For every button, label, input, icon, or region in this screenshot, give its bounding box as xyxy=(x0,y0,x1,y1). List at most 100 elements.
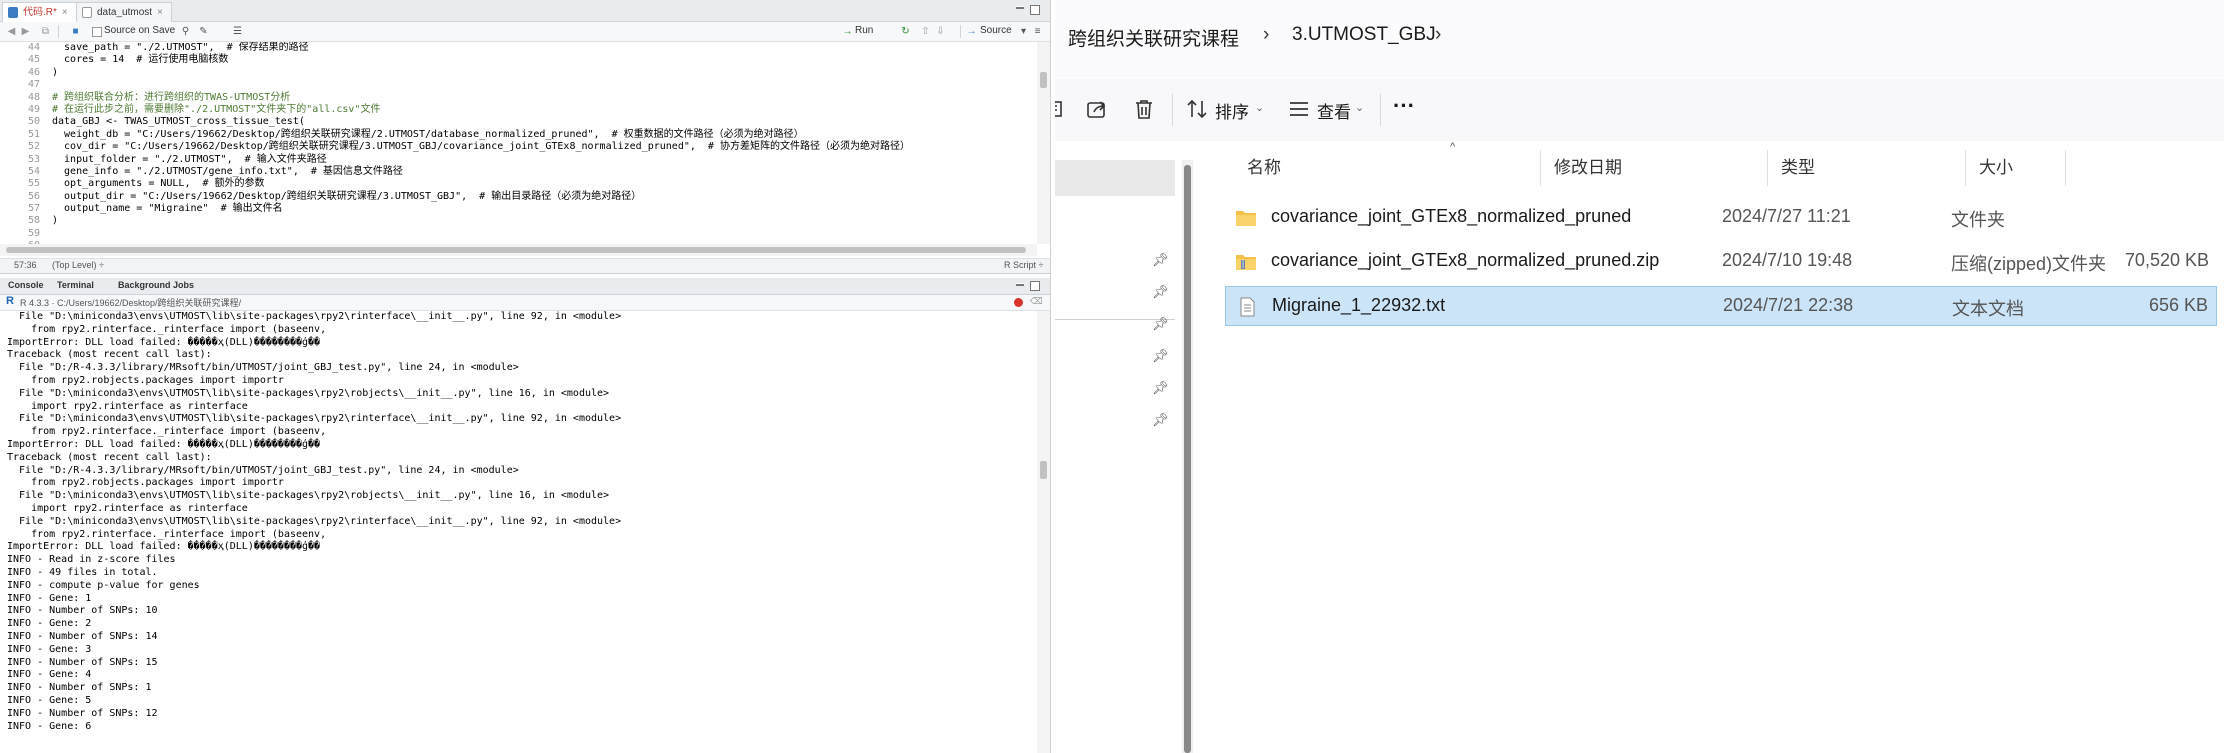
line-number: 55 xyxy=(27,178,40,190)
sort-button[interactable]: 排序 xyxy=(1215,98,1249,123)
filetype-selector[interactable]: R Script ÷ xyxy=(1004,260,1043,270)
code-line[interactable]: # 在运行此步之前，需要删除"./2.UTMOST"文件夹下的"all.csv"… xyxy=(52,104,1037,116)
tab-data-utmost[interactable]: data_utmost × xyxy=(76,2,172,22)
sort-icon[interactable] xyxy=(1185,97,1209,121)
console-line: INFO - Number of SNPs: 15 xyxy=(7,656,158,668)
go-down-icon[interactable]: ⇩ xyxy=(935,26,946,37)
code-line[interactable]: output_name = "Migraine" # 输出文件名 xyxy=(52,203,1037,215)
forward-icon[interactable]: ▶ xyxy=(20,26,31,37)
source-icon[interactable]: → xyxy=(966,26,977,37)
nav-scrollbar[interactable] xyxy=(1182,160,1193,753)
file-row[interactable]: covariance_joint_GTEx8_normalized_pruned… xyxy=(1225,242,2217,282)
close-icon[interactable]: × xyxy=(62,7,68,18)
column-header-name[interactable]: 名称 xyxy=(1247,150,1281,186)
clear-console-icon[interactable]: ⌫ xyxy=(1030,296,1043,307)
file-explorer-window: 跨组织关联研究课程 › 3.UTMOST_GBJ › 排序 ⌄ 查看 ⌄ ···… xyxy=(1055,0,2224,753)
column-header-size[interactable]: 大小 xyxy=(1979,150,2013,186)
source-on-save-label: Source on Save xyxy=(104,25,176,36)
view-icon[interactable] xyxy=(1287,97,1311,121)
code-line[interactable]: ) xyxy=(52,215,1037,227)
code-line[interactable]: save_path = "./2.UTMOST", # 保存结果的路径 xyxy=(52,42,1037,54)
console-line: INFO - Gene: 6 xyxy=(7,720,92,732)
go-up-icon[interactable]: ⇧ xyxy=(920,26,931,37)
compile-report-icon[interactable]: ☰ xyxy=(232,26,243,37)
scroll-thumb[interactable] xyxy=(1184,165,1191,753)
minimize-icon[interactable] xyxy=(1016,283,1024,286)
console-line: INFO - 49 files in total. xyxy=(7,566,158,578)
console-line: INFO - Gene: 2 xyxy=(7,618,92,630)
source-on-save-checkbox[interactable] xyxy=(92,27,102,37)
code-line[interactable]: gene_info = "./2.UTMOST/gene_info.txt", … xyxy=(52,166,1037,178)
code-line[interactable]: opt_arguments = NULL, # 额外的参数 xyxy=(52,178,1037,190)
delete-icon[interactable] xyxy=(1132,97,1156,121)
file-size: 70,520 KB xyxy=(2124,250,2209,270)
breadcrumb-item[interactable]: 跨组织关联研究课程 xyxy=(1068,24,1239,51)
outline-icon[interactable]: ≡ xyxy=(1032,26,1043,37)
run-icon[interactable]: → xyxy=(842,26,853,37)
tab-console[interactable]: Console xyxy=(8,280,44,290)
minimize-icon[interactable] xyxy=(1016,6,1024,9)
editor-horizontal-scrollbar[interactable] xyxy=(0,244,1037,256)
rerun-icon[interactable]: ↻ xyxy=(900,26,911,37)
scroll-thumb[interactable] xyxy=(6,247,1026,253)
pin-icon: 📌︎ xyxy=(1152,284,1169,299)
code-line[interactable]: cov_dir = "C:/Users/19662/Desktop/跨组织关联研… xyxy=(52,141,1037,153)
tab-code-r[interactable]: 代码.R* × xyxy=(2,2,77,22)
scroll-thumb[interactable] xyxy=(1040,72,1047,88)
close-icon[interactable]: × xyxy=(157,7,163,18)
maximize-icon[interactable] xyxy=(1030,281,1040,291)
code-tools-icon[interactable]: ✎ xyxy=(198,26,209,37)
line-number: 54 xyxy=(27,165,40,177)
stop-icon[interactable] xyxy=(1014,298,1023,307)
chevron-right-icon[interactable]: › xyxy=(1263,24,1269,46)
code-line[interactable]: cores = 14 # 运行使用电脑核数 xyxy=(52,54,1037,66)
chevron-down-icon[interactable]: ▾ xyxy=(1018,26,1029,37)
tab-terminal[interactable]: Terminal xyxy=(57,280,94,290)
share-icon[interactable] xyxy=(1085,97,1109,121)
scope-selector[interactable]: (Top Level) ÷ xyxy=(52,260,104,270)
code-line[interactable] xyxy=(52,79,1037,91)
view-button[interactable]: 查看 xyxy=(1317,98,1351,123)
code-line[interactable] xyxy=(52,228,1037,240)
chevron-down-icon[interactable]: ⌄ xyxy=(1355,101,1364,114)
run-button[interactable]: Run xyxy=(855,25,873,36)
pin-icon: 📌︎ xyxy=(1152,380,1169,395)
console-output[interactable]: File "D:\miniconda3\envs\UTMOST\lib\site… xyxy=(0,311,1037,753)
tab-background-jobs[interactable]: Background Jobs xyxy=(118,280,194,290)
source-button[interactable]: Source xyxy=(980,25,1012,36)
search-icon[interactable]: ⚲ xyxy=(180,26,191,37)
chevron-right-icon[interactable]: › xyxy=(1435,24,1441,46)
code-line[interactable]: # 跨组织联合分析：进行跨组织的TWAS-UTMOST分析 xyxy=(52,92,1037,104)
editor-vertical-scrollbar[interactable] xyxy=(1037,42,1050,244)
code-lines[interactable]: save_path = "./2.UTMOST", # 保存结果的路径 core… xyxy=(52,42,1037,252)
console-line: INFO - Gene: 4 xyxy=(7,669,92,681)
file-row-selected[interactable]: Migraine_1_22932.txt 2024/7/21 22:38 文本文… xyxy=(1225,286,2217,326)
code-line[interactable]: output_dir = "C:/Users/19662/Desktop/跨组织… xyxy=(52,191,1037,203)
console-line: from rpy2.robjects.packages import impor… xyxy=(7,374,284,386)
console-line: File "D:\miniconda3\envs\UTMOST\lib\site… xyxy=(7,490,610,502)
line-number: 46 xyxy=(27,66,40,78)
show-in-window-icon[interactable]: ⧉ xyxy=(40,26,51,37)
chevron-down-icon[interactable]: ⌄ xyxy=(1255,101,1264,114)
navigation-pane: 📌︎ 📌︎ 📌︎ 📌︎ 📌︎ 📌︎ xyxy=(1055,142,1233,753)
nav-item-selected[interactable] xyxy=(1055,160,1175,196)
code-editor[interactable]: 4445464748495051525354555657585960 save_… xyxy=(0,42,1037,252)
back-icon[interactable]: ◀ xyxy=(6,26,17,37)
code-line[interactable]: ) xyxy=(52,67,1037,79)
maximize-icon[interactable] xyxy=(1030,5,1040,15)
console-vertical-scrollbar[interactable] xyxy=(1037,311,1050,753)
console-line: INFO - Number of SNPs: 10 xyxy=(7,605,158,617)
column-header-type[interactable]: 类型 xyxy=(1781,150,1815,186)
text-file-icon xyxy=(1240,297,1255,317)
code-line[interactable]: weight_db = "C:/Users/19662/Desktop/跨组织关… xyxy=(52,129,1037,141)
more-options-button[interactable]: ··· xyxy=(1393,93,1415,119)
save-icon[interactable]: ■ xyxy=(70,26,81,37)
scroll-thumb[interactable] xyxy=(1040,461,1047,479)
code-line[interactable]: input_folder = "./2.UTMOST", # 输入文件夹路径 xyxy=(52,154,1037,166)
breadcrumb-item[interactable]: 3.UTMOST_GBJ xyxy=(1292,24,1436,46)
code-line[interactable]: data_GBJ <- TWAS_UTMOST_cross_tissue_tes… xyxy=(52,116,1037,128)
rename-icon[interactable] xyxy=(1055,97,1069,121)
file-date: 2024/7/21 22:38 xyxy=(1723,295,1854,315)
column-header-date[interactable]: 修改日期 xyxy=(1554,150,1622,186)
file-row[interactable]: covariance_joint_GTEx8_normalized_pruned… xyxy=(1225,198,2217,238)
